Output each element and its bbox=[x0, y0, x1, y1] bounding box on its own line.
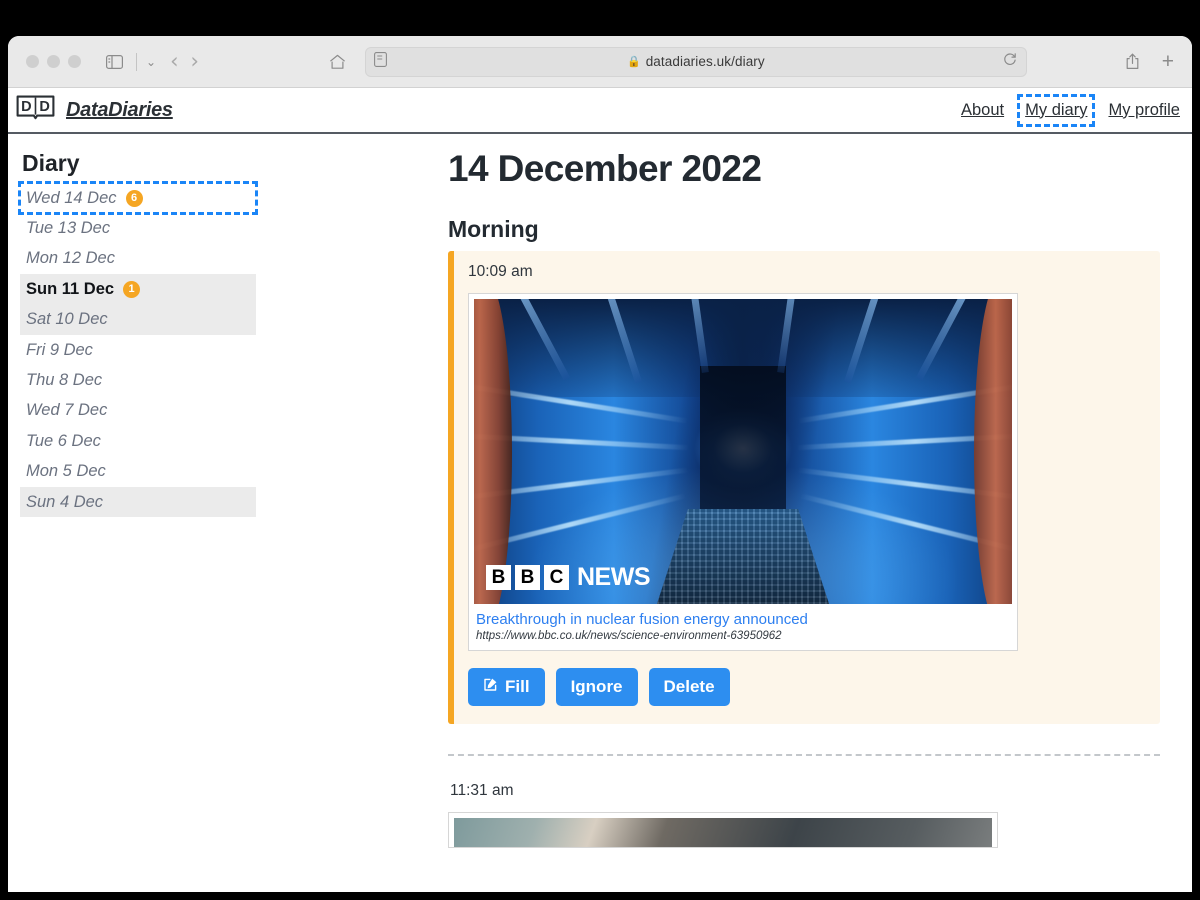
close-window-button[interactable] bbox=[26, 55, 39, 68]
bbc-news-text: NEWS bbox=[577, 563, 651, 591]
link-url: https://www.bbc.co.uk/news/science-envir… bbox=[476, 630, 782, 642]
day-count-badge: 1 bbox=[123, 280, 141, 298]
sidebar-item-fri-9-dec[interactable]: Fri 9 Dec bbox=[20, 335, 256, 365]
sidebar-item-tue-6-dec[interactable]: Tue 6 Dec bbox=[20, 426, 256, 456]
day-label: Sat 10 Dec bbox=[26, 310, 108, 329]
day-label: Mon 12 Dec bbox=[26, 249, 115, 268]
maximize-window-button[interactable] bbox=[68, 55, 81, 68]
toolbar-divider bbox=[136, 52, 137, 71]
section-title-morning: Morning bbox=[448, 216, 539, 242]
site-header: D D DataDiaries About My diary My profil… bbox=[8, 88, 1192, 134]
window-traffic-lights[interactable] bbox=[26, 55, 81, 68]
entry-timestamp: 10:09 am bbox=[468, 263, 533, 280]
address-bar[interactable]: 🔒 datadiaries.uk/diary bbox=[364, 46, 1027, 77]
nav-link-about[interactable]: About bbox=[957, 98, 1008, 123]
diary-day-list: Wed 14 Dec 6 Tue 13 Dec Mon 12 Dec Sun 1… bbox=[18, 180, 258, 518]
day-label: Wed 14 Dec bbox=[26, 188, 117, 207]
fill-button[interactable]: Fill bbox=[468, 668, 545, 706]
reload-icon[interactable] bbox=[1003, 52, 1017, 71]
entry-timestamp-2: 11:31 am bbox=[450, 782, 514, 799]
day-label: Mon 5 Dec bbox=[26, 462, 106, 481]
share-icon[interactable] bbox=[1120, 49, 1146, 75]
brand[interactable]: D D DataDiaries bbox=[16, 95, 173, 126]
day-label: Fri 9 Dec bbox=[26, 340, 93, 359]
entry-divider bbox=[448, 754, 1160, 756]
diary-entry: 10:09 am B B C NEWS Breakthrough in nucl… bbox=[448, 251, 1160, 724]
top-navigation: About My diary My profile bbox=[957, 93, 1184, 127]
sidebar-item-wed-14-dec[interactable]: Wed 14 Dec 6 bbox=[18, 180, 258, 216]
minimize-window-button[interactable] bbox=[47, 55, 60, 68]
sidebar-item-tue-13-dec[interactable]: Tue 13 Dec bbox=[20, 213, 256, 243]
book-logo-icon: D D bbox=[16, 95, 55, 126]
link-title[interactable]: Breakthrough in nuclear fusion energy an… bbox=[476, 611, 1012, 628]
page-content: Diary Wed 14 Dec 6 Tue 13 Dec Mon 12 Dec… bbox=[8, 134, 1192, 892]
sidebar-item-sun-4-dec[interactable]: Sun 4 Dec bbox=[20, 486, 256, 518]
day-label: Sun 4 Dec bbox=[26, 492, 104, 511]
url-text: datadiaries.uk/diary bbox=[645, 54, 765, 69]
delete-button-label: Delete bbox=[663, 677, 715, 696]
photo-chamber-ring-right bbox=[974, 299, 1012, 604]
bbc-news-watermark: B B C NEWS bbox=[486, 563, 651, 592]
ignore-button-label: Ignore bbox=[570, 677, 623, 696]
bbc-letter-c: C bbox=[544, 565, 569, 590]
chevron-down-icon[interactable]: ⌄ bbox=[146, 55, 156, 69]
delete-button[interactable]: Delete bbox=[648, 668, 730, 706]
url-display: 🔒 datadiaries.uk/diary bbox=[627, 54, 765, 69]
back-button[interactable]: ‹ bbox=[170, 51, 178, 72]
link-preview-card[interactable]: B B C NEWS Breakthrough in nuclear fusio… bbox=[468, 293, 1018, 651]
sidebar-toggle-icon[interactable] bbox=[101, 49, 127, 75]
fill-button-label: Fill bbox=[505, 677, 530, 696]
day-label: Wed 7 Dec bbox=[26, 401, 108, 420]
sidebar-item-thu-8-dec[interactable]: Thu 8 Dec bbox=[20, 365, 256, 395]
link-thumbnail: B B C NEWS bbox=[474, 299, 1012, 604]
ignore-button[interactable]: Ignore bbox=[555, 668, 638, 706]
diary-main: 14 December 2022 Morning 10:09 am B B C … bbox=[438, 134, 1192, 892]
pencil-square-icon bbox=[483, 677, 498, 697]
link-preview-card-2[interactable] bbox=[448, 812, 998, 848]
sidebar-item-mon-5-dec[interactable]: Mon 5 Dec bbox=[20, 457, 256, 487]
toolbar-right-actions: + bbox=[1120, 49, 1178, 75]
sidebar-item-sun-11-dec[interactable]: Sun 11 Dec 1 bbox=[20, 274, 256, 305]
home-icon[interactable] bbox=[325, 49, 351, 75]
day-label: Tue 13 Dec bbox=[26, 219, 111, 238]
day-label: Sun 11 Dec bbox=[26, 279, 115, 298]
link-thumbnail-2 bbox=[454, 818, 992, 847]
svg-text:D: D bbox=[39, 99, 49, 115]
nav-link-my-profile[interactable]: My profile bbox=[1104, 98, 1184, 123]
bbc-letter-b2: B bbox=[515, 565, 540, 590]
page-title: 14 December 2022 bbox=[448, 148, 762, 189]
diary-sidebar: Diary Wed 14 Dec 6 Tue 13 Dec Mon 12 Dec… bbox=[8, 134, 438, 892]
new-tab-button[interactable]: + bbox=[1162, 51, 1174, 72]
navigation-arrows[interactable]: ‹ › bbox=[170, 51, 199, 72]
nav-link-my-diary[interactable]: My diary bbox=[1017, 93, 1096, 127]
sidebar-item-mon-12-dec[interactable]: Mon 12 Dec bbox=[20, 244, 256, 274]
day-label: Thu 8 Dec bbox=[26, 371, 103, 390]
entry-action-buttons: Fill Ignore Delete bbox=[468, 668, 1160, 706]
photo-chamber-ring-left bbox=[474, 299, 512, 604]
svg-text:D: D bbox=[21, 99, 31, 115]
browser-window: ⌄ ‹ › 🔒 datadiaries.uk/diary + D D DataD… bbox=[8, 36, 1192, 892]
sidebar-item-wed-7-dec[interactable]: Wed 7 Dec bbox=[20, 396, 256, 426]
day-label: Tue 6 Dec bbox=[26, 431, 101, 450]
screen: ⌄ ‹ › 🔒 datadiaries.uk/diary + D D DataD… bbox=[0, 0, 1200, 900]
lock-icon: 🔒 bbox=[626, 56, 641, 68]
forward-button[interactable]: › bbox=[190, 51, 198, 72]
sidebar-item-sat-10-dec[interactable]: Sat 10 Dec bbox=[20, 304, 256, 335]
bbc-letter-b1: B bbox=[486, 565, 511, 590]
browser-toolbar: ⌄ ‹ › 🔒 datadiaries.uk/diary + bbox=[8, 36, 1192, 88]
day-count-badge: 6 bbox=[125, 189, 143, 207]
reader-view-icon[interactable] bbox=[373, 51, 387, 72]
brand-name[interactable]: DataDiaries bbox=[66, 99, 173, 122]
sidebar-title: Diary bbox=[22, 150, 80, 176]
